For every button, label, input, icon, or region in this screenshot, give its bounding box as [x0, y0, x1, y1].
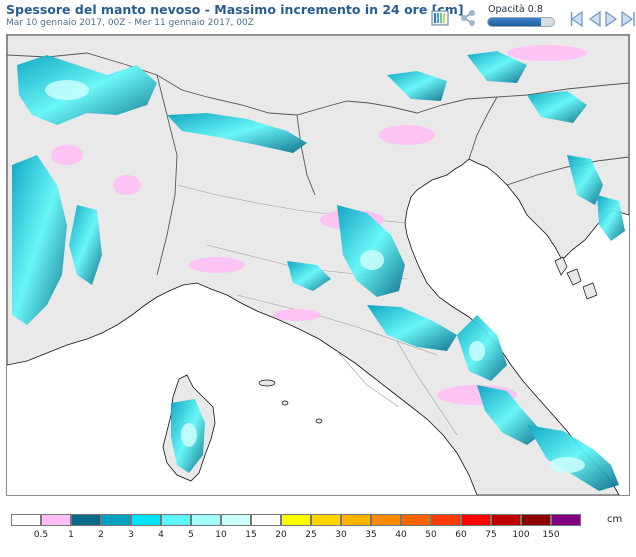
legend-swatch [491, 514, 521, 526]
legend-label: 5 [188, 530, 194, 540]
color-legend: 0.5 1 2 3 4 5 10 15 20 25 30 35 40 50 60 75 100 150 cm [11, 514, 631, 554]
legend-label: 75 [485, 530, 497, 540]
date-range: Mar 10 gennaio 2017, 00Z - Mer 11 gennai… [6, 18, 254, 28]
previous-frame-icon [588, 10, 601, 28]
legend-label: 1 [68, 530, 74, 540]
legend-swatch [431, 514, 461, 526]
header: Spessore del manto nevoso - Massimo incr… [0, 0, 636, 34]
last-frame-button[interactable] [620, 10, 636, 28]
legend-swatch [41, 514, 71, 526]
legend-label: 150 [542, 530, 560, 540]
last-frame-icon [621, 10, 635, 28]
legend-swatch [521, 514, 551, 526]
legend-swatch [551, 514, 581, 526]
page-title: Spessore del manto nevoso - Massimo incr… [6, 2, 464, 17]
legend-label: 100 [512, 530, 530, 540]
previous-frame-button[interactable] [588, 10, 602, 28]
opacity-slider[interactable] [487, 17, 555, 27]
legend-toggle-button[interactable] [430, 8, 450, 28]
first-frame-icon [570, 10, 583, 28]
legend-label: 35 [365, 530, 377, 540]
next-frame-button[interactable] [604, 10, 618, 28]
legend-label: 20 [275, 530, 287, 540]
share-icon [461, 10, 475, 26]
legend-label: 60 [455, 530, 467, 540]
legend-icon [431, 10, 449, 26]
legend-swatch [101, 514, 131, 526]
opacity-slider-fill [488, 18, 541, 26]
land-elba [258, 379, 276, 387]
snow-map [7, 35, 629, 495]
legend-swatch [371, 514, 401, 526]
legend-swatch [221, 514, 251, 526]
land-islet [315, 418, 323, 424]
legend-label: 50 [425, 530, 437, 540]
legend-swatch [191, 514, 221, 526]
land-islet [281, 400, 289, 406]
legend-label: 3 [128, 530, 134, 540]
next-frame-icon [605, 10, 618, 28]
legend-swatch [401, 514, 431, 526]
legend-swatch [71, 514, 101, 526]
map-viewport[interactable] [6, 34, 630, 496]
legend-label: 10 [215, 530, 227, 540]
toolbar: Opacità 0.8 [430, 4, 636, 32]
legend-swatch [251, 514, 281, 526]
legend-swatch [161, 514, 191, 526]
legend-label: 2 [98, 530, 104, 540]
legend-swatch [11, 514, 41, 526]
legend-unit: cm [607, 514, 623, 525]
legend-swatch [281, 514, 311, 526]
opacity-label: Opacità 0.8 [488, 4, 543, 15]
share-button[interactable] [458, 8, 478, 28]
legend-swatch [461, 514, 491, 526]
legend-label: 30 [335, 530, 347, 540]
legend-label: 0.5 [33, 530, 49, 540]
legend-swatch [341, 514, 371, 526]
legend-label: 15 [245, 530, 257, 540]
legend-label: 4 [158, 530, 164, 540]
legend-swatch [131, 514, 161, 526]
legend-label: 40 [395, 530, 407, 540]
first-frame-button[interactable] [570, 10, 586, 28]
legend-label: 25 [305, 530, 317, 540]
legend-swatch [311, 514, 341, 526]
